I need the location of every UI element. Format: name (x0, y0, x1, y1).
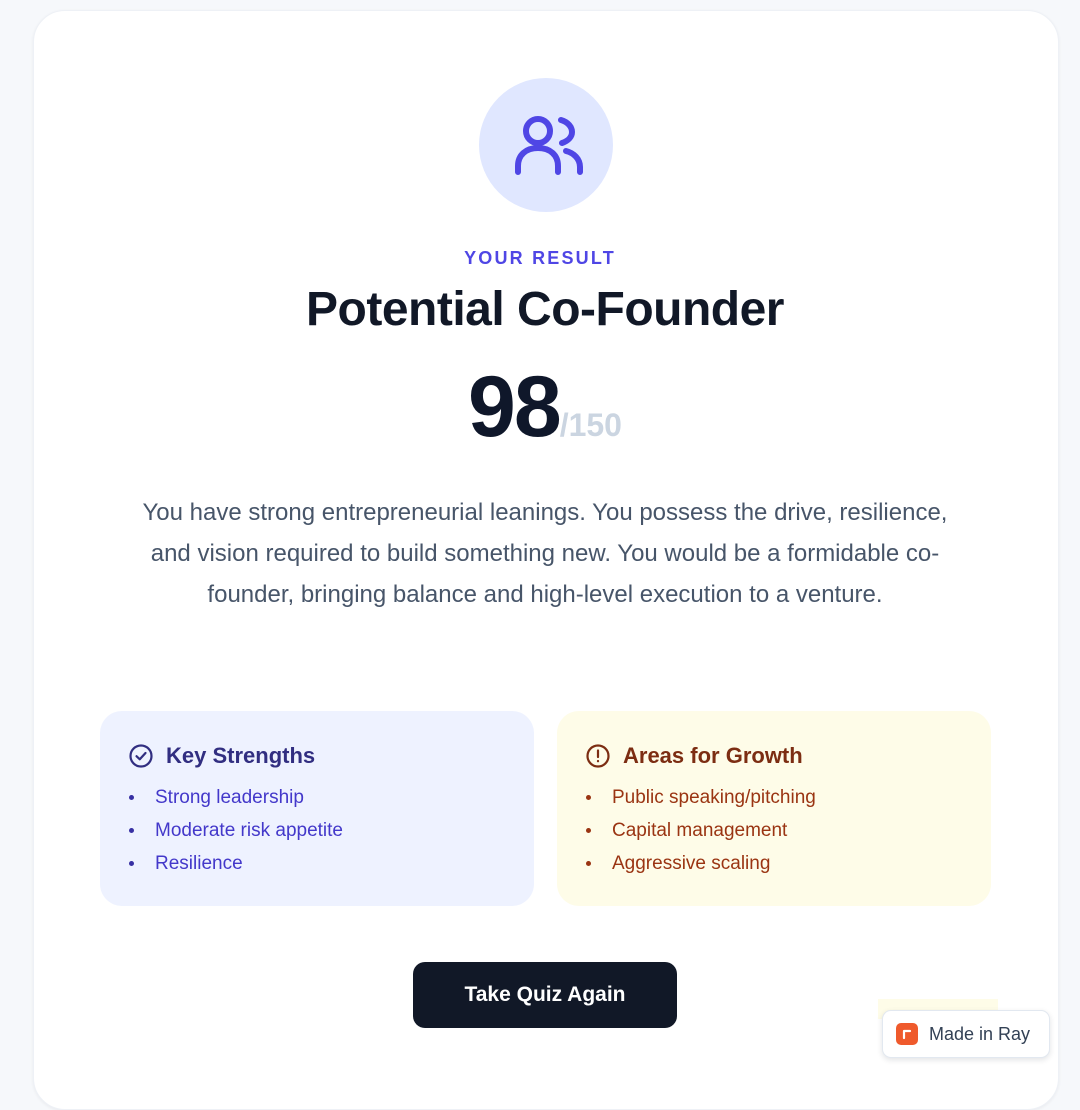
result-avatar (479, 78, 613, 212)
page-title: Potential Co-Founder (306, 283, 784, 336)
score-max: /150 (559, 407, 622, 443)
strengths-header: Key Strengths (128, 741, 506, 771)
made-in-ray-badge[interactable]: Made in Ray (882, 1010, 1050, 1058)
list-item: Moderate risk appetite (128, 814, 506, 847)
check-circle-icon (129, 744, 153, 768)
take-quiz-again-button[interactable]: Take Quiz Again (413, 962, 677, 1028)
score-display: 98/150 (0, 358, 1080, 457)
list-item: Strong leadership (128, 781, 506, 814)
badge-label: Made in Ray (929, 1023, 1031, 1044)
list-item: Aggressive scaling (585, 847, 963, 880)
strengths-panel: Key Strengths Strong leadership Moderate… (100, 711, 534, 906)
list-item: Capital management (585, 814, 963, 847)
strengths-list: Strong leadership Moderate risk appetite… (128, 781, 506, 880)
growth-title: Areas for Growth (623, 743, 803, 768)
result-description: You have strong entrepreneurial leanings… (142, 499, 948, 608)
ray-logo-icon (896, 1023, 918, 1045)
score-value: 98 (468, 359, 562, 455)
growth-panel: Areas for Growth Public speaking/pitchin… (557, 711, 991, 906)
growth-header: Areas for Growth (585, 741, 963, 771)
strengths-title: Key Strengths (166, 743, 316, 768)
list-item: Public speaking/pitching (585, 781, 963, 814)
alert-circle-icon (586, 744, 610, 768)
result-eyebrow: YOUR RESULT (464, 248, 616, 268)
users-icon (515, 116, 583, 175)
list-item: Resilience (128, 847, 506, 880)
growth-list: Public speaking/pitching Capital managem… (585, 781, 963, 880)
